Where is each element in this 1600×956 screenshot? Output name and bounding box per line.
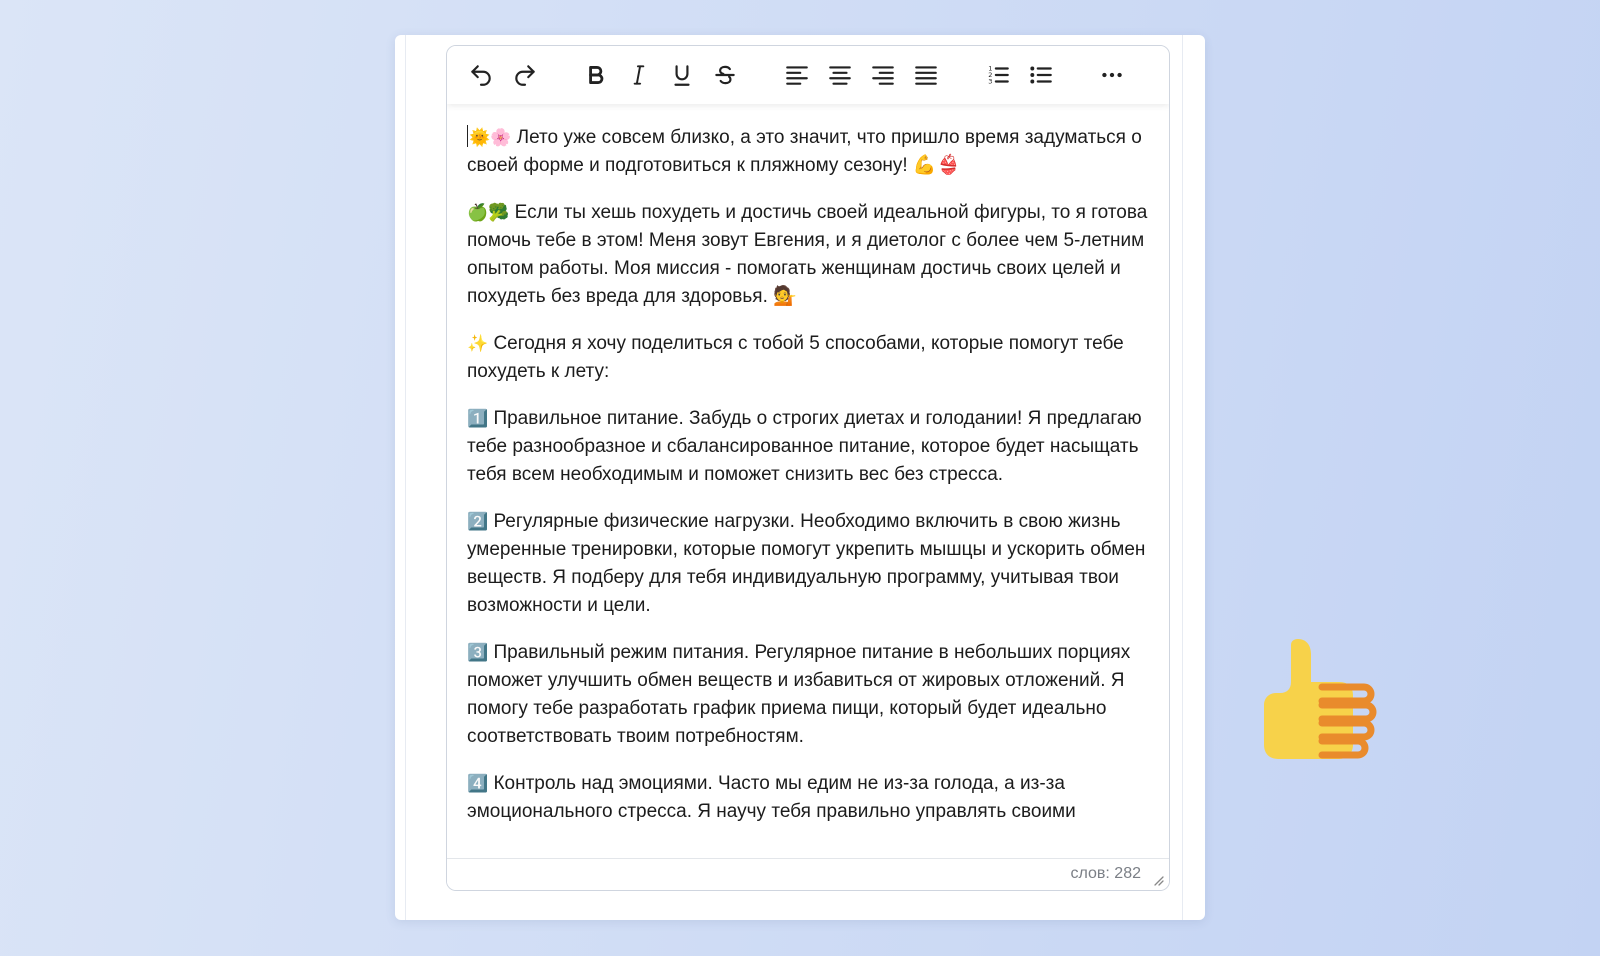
editor-card-inner: 123 🌞🌸 Лето уже совсем близко, а это зна… (405, 35, 1183, 920)
align-left-icon (786, 66, 808, 85)
paragraph: 4️⃣ Контроль над эмоциями. Часто мы едим… (467, 770, 1153, 826)
numbered-list-button[interactable]: 123 (983, 60, 1013, 90)
paragraph: 🌞🌸 Лето уже совсем близко, а это значит,… (467, 124, 1153, 180)
paragraph: 1️⃣ Правильное питание. Забудь о строгих… (467, 405, 1153, 489)
paragraph-text: Правильное питание. Забудь о строгих дие… (467, 408, 1142, 485)
resize-handle-icon[interactable] (1152, 874, 1164, 886)
bulleted-list-button[interactable] (1026, 60, 1056, 90)
paragraph-emoji: 🍏🥦 (467, 203, 510, 223)
align-justify-button[interactable] (911, 60, 941, 90)
paragraph-text: Лето уже совсем близко, а это значит, чт… (467, 127, 1142, 176)
paragraph: 3️⃣ Правильный режим питания. Регулярное… (467, 639, 1153, 751)
bold-button[interactable] (581, 60, 611, 90)
more-button[interactable] (1097, 60, 1127, 90)
paragraph-emoji: 🌞🌸 (469, 128, 512, 148)
paragraph-emoji: 2️⃣ (467, 512, 489, 532)
align-right-button[interactable] (868, 60, 898, 90)
thumbs-up-icon (1264, 639, 1377, 759)
text-caret (467, 125, 468, 147)
paragraph-text: Контроль над эмоциями. Часто мы едим не … (467, 773, 1076, 822)
align-left-button[interactable] (782, 60, 812, 90)
editor-content[interactable]: 🌞🌸 Лето уже совсем близко, а это значит,… (467, 124, 1153, 846)
svg-text:3: 3 (988, 78, 992, 86)
paragraph-text: Регулярные физические нагрузки. Необходи… (467, 511, 1146, 616)
paragraph-emoji: ✨ (467, 334, 489, 354)
strikethrough-icon (715, 65, 735, 85)
editor-statusbar: слов: 282 (447, 858, 1169, 890)
align-justify-icon (915, 66, 937, 85)
paragraph-emoji: 1️⃣ (467, 409, 489, 429)
bulleted-list-icon (1030, 66, 1052, 84)
editor-toolbar: 123 (447, 46, 1169, 104)
paragraph-emoji: 4️⃣ (467, 774, 489, 794)
paragraph-emoji: 3️⃣ (467, 643, 489, 663)
editor-card: 123 🌞🌸 Лето уже совсем близко, а это зна… (395, 35, 1205, 920)
undo-icon (471, 65, 491, 86)
italic-button[interactable] (624, 60, 654, 90)
italic-icon (633, 65, 645, 85)
strikethrough-button[interactable] (710, 60, 740, 90)
align-center-button[interactable] (825, 60, 855, 90)
underline-icon (674, 65, 690, 86)
redo-button[interactable] (510, 60, 540, 90)
underline-button[interactable] (667, 60, 697, 90)
paragraph-text: Сегодня я хочу поделиться с тобой 5 спос… (467, 333, 1124, 382)
align-center-icon (829, 66, 851, 85)
paragraph: ✨ Сегодня я хочу поделиться с тобой 5 сп… (467, 330, 1153, 386)
bold-icon (589, 66, 604, 84)
undo-button[interactable] (466, 60, 496, 90)
paragraph-text: Правильный режим питания. Регулярное пит… (467, 642, 1131, 747)
word-count: слов: 282 (1070, 865, 1142, 882)
paragraph-text: Если ты хешь похудеть и достичь своей ид… (467, 202, 1148, 307)
more-icon (1102, 72, 1122, 78)
paragraph: 2️⃣ Регулярные физические нагрузки. Необ… (467, 508, 1153, 620)
numbered-list-icon: 123 (988, 65, 1009, 86)
redo-icon (515, 65, 535, 86)
align-right-icon (872, 66, 894, 85)
paragraph: 🍏🥦 Если ты хешь похудеть и достичь своей… (467, 199, 1153, 311)
rich-text-editor: 123 🌞🌸 Лето уже совсем близко, а это зна… (446, 45, 1170, 891)
